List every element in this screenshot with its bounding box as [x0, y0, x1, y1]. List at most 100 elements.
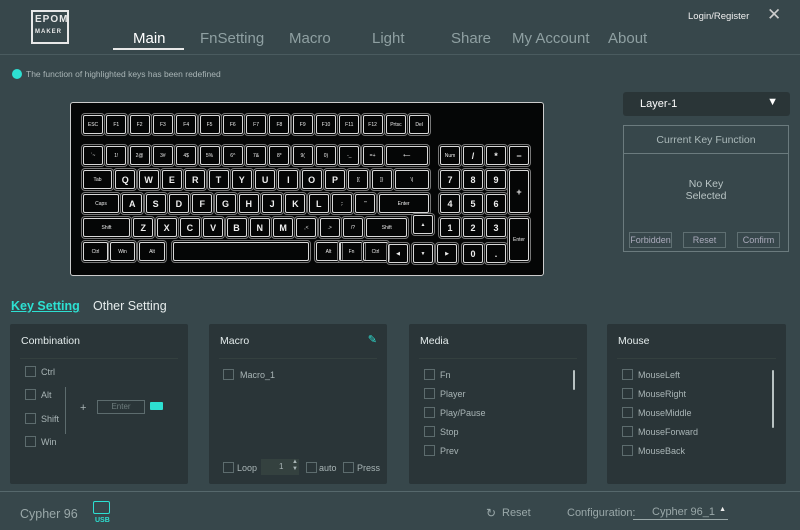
mouse-checkbox[interactable] — [622, 426, 633, 437]
key-sym2-17[interactable]: + — [509, 170, 529, 213]
key-z[interactable]: Z — [133, 218, 154, 237]
key-f5[interactable]: F5 — [199, 115, 220, 134]
key-l[interactable]: L — [308, 194, 329, 213]
media-checkbox[interactable] — [424, 407, 435, 418]
key-8[interactable]: 8 — [463, 170, 483, 189]
key-1[interactable]: 1 — [440, 218, 460, 237]
key-sym5-9[interactable]: ▶ — [437, 244, 457, 263]
mouse-scrollbar[interactable] — [772, 370, 774, 428]
key-sym4-12[interactable]: ▲ — [413, 215, 433, 234]
layer-select[interactable]: Layer-1 ▼ — [623, 92, 790, 116]
reset-key-button[interactable]: Reset — [683, 232, 726, 248]
key-n[interactable]: N — [249, 218, 270, 237]
key-enter[interactable]: Enter — [378, 194, 429, 213]
key-6[interactable]: 6 — [486, 194, 506, 213]
media-checkbox[interactable] — [424, 369, 435, 380]
key-enter-input[interactable]: Enter — [97, 400, 145, 414]
key-sym1-13[interactable]: ⟵ — [385, 146, 428, 165]
media-scrollbar[interactable] — [573, 370, 575, 390]
win-checkbox[interactable] — [25, 436, 36, 447]
key-0[interactable]: 0 — [463, 244, 483, 263]
key-f7[interactable]: F7 — [246, 115, 267, 134]
key-sym3-11[interactable]: '" — [355, 194, 376, 213]
key-3[interactable]: 3# — [152, 146, 173, 165]
key-4[interactable]: 4$ — [176, 146, 197, 165]
key-ctrl[interactable]: Ctrl — [363, 242, 388, 261]
key-sym1-16[interactable]: * — [486, 146, 506, 165]
key-7[interactable]: 7 — [440, 170, 460, 189]
loop-checkbox[interactable] — [223, 462, 234, 473]
tab-about[interactable]: About — [608, 30, 647, 47]
key-a[interactable]: A — [122, 194, 143, 213]
key-sym1-17[interactable]: − — [509, 146, 529, 165]
key-7[interactable]: 7& — [246, 146, 267, 165]
mouse-checkbox[interactable] — [622, 407, 633, 418]
key-u[interactable]: U — [255, 170, 276, 189]
key-sym1-11[interactable]: -_ — [339, 146, 360, 165]
close-icon[interactable]: ✕ — [767, 5, 781, 25]
key-prtsc[interactable]: Prtsc — [385, 115, 406, 134]
key-f11[interactable]: F11 — [339, 115, 360, 134]
key-sym2-13[interactable]: \| — [394, 170, 429, 189]
key-fn[interactable]: Fn — [339, 242, 364, 261]
reset-button[interactable]: Reset — [502, 507, 531, 519]
key-f10[interactable]: F10 — [316, 115, 336, 134]
key-sym2-12[interactable]: ]} — [371, 170, 392, 189]
key-sym4-9[interactable]: .> — [319, 218, 340, 237]
key-d[interactable]: D — [168, 194, 189, 213]
keyboard-icon[interactable] — [150, 402, 163, 410]
key-ctrl[interactable]: Ctrl — [83, 242, 108, 261]
key-space[interactable] — [173, 242, 309, 261]
media-checkbox[interactable] — [424, 445, 435, 456]
key-8[interactable]: 8* — [269, 146, 290, 165]
key-f4[interactable]: F4 — [176, 115, 197, 134]
key-b[interactable]: B — [226, 218, 247, 237]
key-num[interactable]: Num — [440, 146, 460, 165]
key-j[interactable]: J — [262, 194, 283, 213]
tab-macro[interactable]: Macro — [289, 30, 331, 47]
key-e[interactable]: E — [161, 170, 182, 189]
key-y[interactable]: Y — [231, 170, 252, 189]
shift-checkbox[interactable] — [25, 413, 36, 424]
key-5[interactable]: 5% — [199, 146, 220, 165]
key-shift[interactable]: Shift — [366, 218, 408, 237]
key-f12[interactable]: F12 — [362, 115, 383, 134]
key-2[interactable]: 2@ — [129, 146, 150, 165]
key-v[interactable]: V — [203, 218, 224, 237]
key-del[interactable]: Del — [409, 115, 430, 134]
tab-light[interactable]: Light — [372, 30, 405, 47]
media-checkbox[interactable] — [424, 426, 435, 437]
key-shift[interactable]: Shift — [83, 218, 130, 237]
key-5[interactable]: 5 — [463, 194, 483, 213]
key-tab[interactable]: Tab — [83, 170, 112, 189]
key-2[interactable]: 2 — [463, 218, 483, 237]
mouse-checkbox[interactable] — [622, 445, 633, 456]
key-f1[interactable]: F1 — [106, 115, 127, 134]
tab-share[interactable]: Share — [451, 30, 491, 47]
key-6[interactable]: 6^ — [222, 146, 243, 165]
key-esc[interactable]: ESC — [83, 115, 103, 134]
key-sym2-11[interactable]: [{ — [348, 170, 369, 189]
key-q[interactable]: Q — [115, 170, 136, 189]
key-sym5-8[interactable]: ▼ — [413, 244, 433, 263]
media-checkbox[interactable] — [424, 388, 435, 399]
forbidden-button[interactable]: Forbidden — [629, 232, 672, 248]
key-sym4-10[interactable]: /? — [343, 218, 363, 237]
tab-key-setting[interactable]: Key Setting — [11, 299, 80, 313]
key-f[interactable]: F — [192, 194, 213, 213]
stepper-arrows-icon[interactable]: ▲ ▼ — [292, 459, 298, 473]
key-sym1-0[interactable]: `~ — [83, 146, 103, 165]
key-4[interactable]: 4 — [440, 194, 460, 213]
key-alt[interactable]: Alt — [316, 242, 341, 261]
key-9[interactable]: 9 — [486, 170, 506, 189]
confirm-button[interactable]: Confirm — [737, 232, 780, 248]
key-f2[interactable]: F2 — [129, 115, 150, 134]
key-r[interactable]: R — [185, 170, 206, 189]
loop-count-stepper[interactable]: 1 ▲ ▼ — [261, 459, 299, 475]
key-h[interactable]: H — [238, 194, 259, 213]
key-enter[interactable]: Enter — [509, 218, 529, 261]
key-c[interactable]: C — [179, 218, 200, 237]
key-sym5-11[interactable]: . — [486, 244, 506, 263]
key-g[interactable]: G — [215, 194, 236, 213]
tab-fnsetting[interactable]: FnSetting — [200, 30, 264, 47]
